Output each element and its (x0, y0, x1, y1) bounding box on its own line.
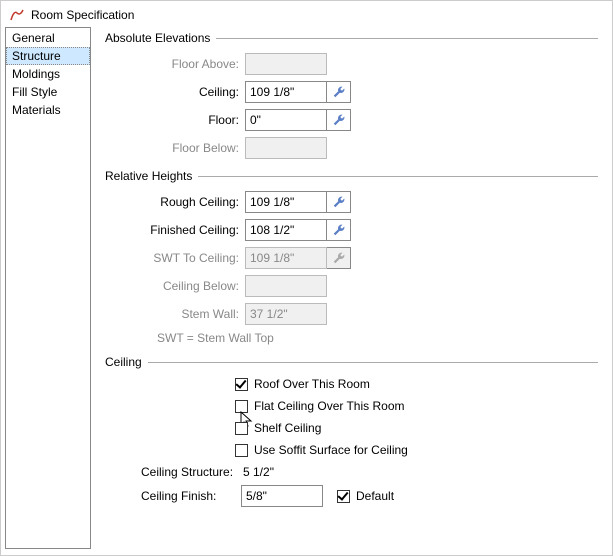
wrench-icon (332, 251, 346, 265)
divider (148, 362, 598, 363)
app-icon (9, 7, 25, 23)
label-roof-over: Roof Over This Room (254, 377, 370, 391)
wrench-icon (332, 195, 346, 209)
label-floor: Floor: (141, 113, 245, 127)
wrench-button-floor[interactable] (327, 109, 351, 131)
label-swt-to-ceiling: SWT To Ceiling: (141, 251, 245, 265)
wrench-button-rough-ceiling[interactable] (327, 191, 351, 213)
checkbox-soffit[interactable] (235, 444, 248, 457)
checkbox-roof-over[interactable] (235, 378, 248, 391)
section-title-absolute: Absolute Elevations (105, 31, 210, 45)
wrench-button-ceiling[interactable] (327, 81, 351, 103)
divider (198, 176, 598, 177)
sidebar-item-fill-style[interactable]: Fill Style (6, 83, 90, 101)
section-relative-heights: Relative Heights Rough Ceiling: Finished… (105, 169, 598, 345)
label-soffit: Use Soffit Surface for Ceiling (254, 443, 408, 457)
label-floor-above: Floor Above: (141, 57, 245, 71)
input-finished-ceiling[interactable] (245, 219, 327, 241)
label-flat-ceiling: Flat Ceiling Over This Room (254, 399, 405, 413)
input-swt-to-ceiling (245, 247, 327, 269)
window-title: Room Specification (31, 8, 134, 22)
section-ceiling: Ceiling Roof Over This Room Flat Ceiling… (105, 355, 598, 507)
label-floor-below: Floor Below: (141, 141, 245, 155)
label-stem-wall: Stem Wall: (141, 307, 245, 321)
content-panel: Absolute Elevations Floor Above: Ceiling… (91, 27, 608, 549)
input-ceiling-finish[interactable] (241, 485, 323, 507)
wrench-icon (332, 113, 346, 127)
wrench-button-finished-ceiling[interactable] (327, 219, 351, 241)
section-absolute-elevations: Absolute Elevations Floor Above: Ceiling… (105, 31, 598, 159)
titlebar: Room Specification (1, 1, 612, 27)
wrench-icon (332, 85, 346, 99)
checkbox-shelf-ceiling[interactable] (235, 422, 248, 435)
label-ceiling-finish: Ceiling Finish: (141, 489, 241, 503)
note-swt: SWT = Stem Wall Top (105, 331, 598, 345)
checkbox-flat-ceiling[interactable] (235, 400, 248, 413)
label-shelf-ceiling: Shelf Ceiling (254, 421, 321, 435)
sidebar: General Structure Moldings Fill Style Ma… (5, 27, 91, 549)
wrench-icon (332, 223, 346, 237)
sidebar-item-general[interactable]: General (6, 29, 90, 47)
input-ceiling[interactable] (245, 81, 327, 103)
input-floor-above (245, 53, 327, 75)
label-ceiling-below: Ceiling Below: (141, 279, 245, 293)
label-rough-ceiling: Rough Ceiling: (141, 195, 245, 209)
section-title-relative: Relative Heights (105, 169, 192, 183)
input-rough-ceiling[interactable] (245, 191, 327, 213)
main-area: General Structure Moldings Fill Style Ma… (1, 27, 612, 553)
sidebar-item-structure[interactable]: Structure (6, 47, 90, 65)
sidebar-item-moldings[interactable]: Moldings (6, 65, 90, 83)
input-floor-below (245, 137, 327, 159)
value-ceiling-structure: 5 1/2" (241, 465, 274, 479)
wrench-button-swt (327, 247, 351, 269)
input-stem-wall (245, 303, 327, 325)
section-title-ceiling: Ceiling (105, 355, 142, 369)
label-ceiling-structure: Ceiling Structure: (141, 465, 241, 479)
label-finished-ceiling: Finished Ceiling: (141, 223, 245, 237)
input-ceiling-below (245, 275, 327, 297)
checkbox-default[interactable] (337, 490, 350, 503)
sidebar-item-materials[interactable]: Materials (6, 101, 90, 119)
input-floor[interactable] (245, 109, 327, 131)
label-ceiling: Ceiling: (141, 85, 245, 99)
label-default: Default (356, 489, 394, 503)
divider (216, 38, 598, 39)
